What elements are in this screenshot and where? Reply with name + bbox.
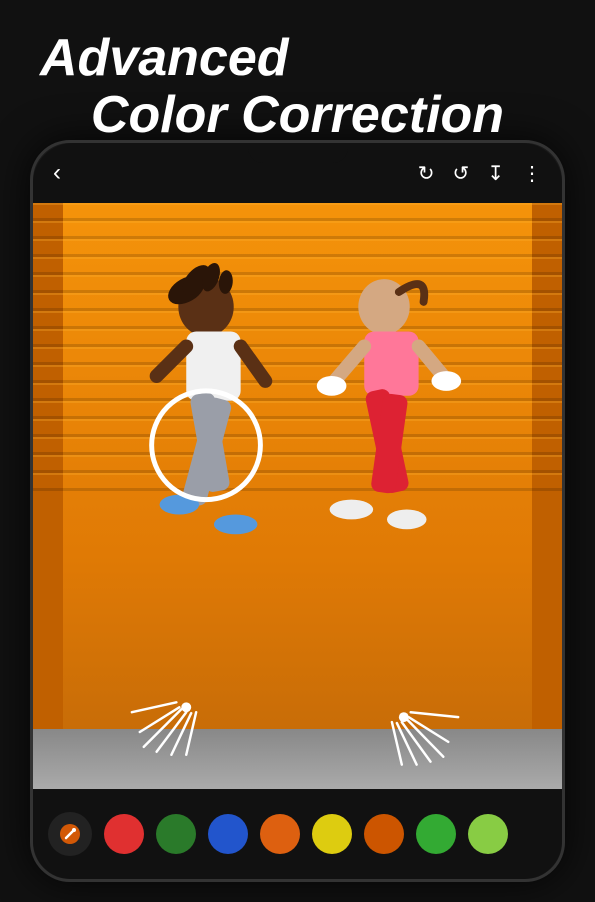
color-dots-container — [104, 814, 508, 854]
phone-top-bar: ‹ ↻ ↺ ↧ ⋮ — [33, 143, 562, 203]
back-button[interactable]: ‹ — [53, 159, 61, 187]
title-line1: Advanced — [40, 30, 555, 87]
color-dot-light-green[interactable] — [468, 814, 508, 854]
more-options-icon[interactable]: ⋮ — [522, 161, 542, 186]
color-palette-bar — [33, 789, 562, 879]
title-area: Advanced Color Correction — [40, 30, 555, 144]
title-line2: Color Correction — [40, 87, 555, 144]
persons-svg — [33, 203, 562, 789]
phone-frame: ‹ ↻ ↺ ↧ ⋮ — [30, 140, 565, 882]
color-dot-red[interactable] — [104, 814, 144, 854]
undo-icon[interactable]: ↻ — [418, 161, 435, 186]
redo-icon[interactable]: ↺ — [452, 161, 469, 186]
color-dot-yellow[interactable] — [312, 814, 352, 854]
phone-notch — [248, 143, 348, 163]
color-dot-orange[interactable] — [260, 814, 300, 854]
color-dot-orange-red[interactable] — [364, 814, 404, 854]
person-left — [157, 260, 266, 534]
color-dot-dark-green[interactable] — [156, 814, 196, 854]
color-dot-green[interactable] — [416, 814, 456, 854]
person-right — [317, 279, 461, 529]
radial-lines-right — [392, 712, 458, 764]
palette-tool-button[interactable] — [48, 812, 92, 856]
color-dot-blue[interactable] — [208, 814, 248, 854]
toolbar-icons: ↻ ↺ ↧ ⋮ — [418, 161, 542, 186]
download-icon[interactable]: ↧ — [487, 161, 504, 186]
radial-lines-left — [132, 702, 196, 754]
photo-area — [33, 203, 562, 789]
